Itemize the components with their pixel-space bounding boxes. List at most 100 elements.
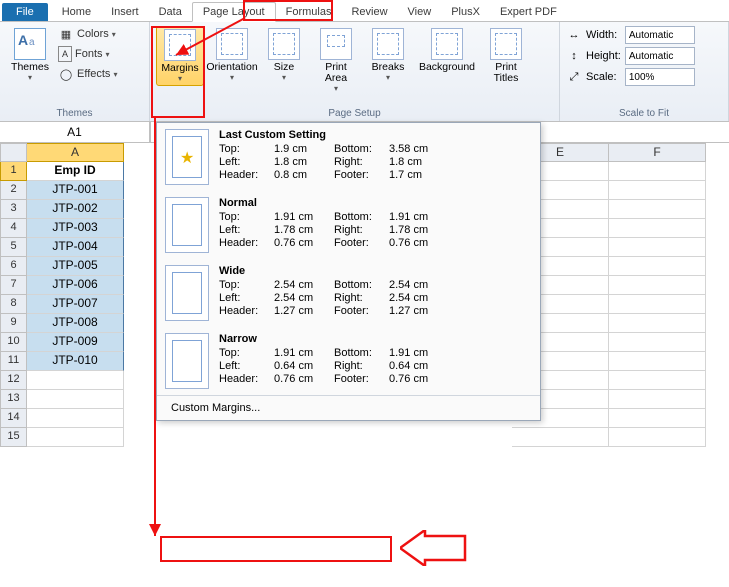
tab-expert-pdf[interactable]: Expert PDF	[490, 3, 567, 21]
cell[interactable]	[609, 257, 706, 276]
scale-input[interactable]	[625, 68, 695, 86]
margin-preset-values: Top:1.9 cmBottom:3.58 cmLeft:1.8 cmRight…	[219, 143, 532, 181]
cell[interactable]: JTP-009	[27, 333, 124, 352]
row-header[interactable]: 3	[0, 200, 27, 219]
background-button[interactable]: Background	[416, 26, 478, 75]
cell[interactable]	[609, 352, 706, 371]
row-header[interactable]: 7	[0, 276, 27, 295]
cell[interactable]	[512, 428, 609, 447]
cell[interactable]	[27, 390, 124, 409]
tab-file[interactable]: File	[2, 3, 48, 21]
cell[interactable]: Emp ID	[27, 162, 124, 181]
tab-home[interactable]: Home	[52, 3, 101, 21]
width-input[interactable]	[625, 26, 695, 44]
margin-preset-values: Top:1.91 cmBottom:1.91 cmLeft:0.64 cmRig…	[219, 347, 532, 385]
breaks-button[interactable]: Breaks ▾	[364, 26, 412, 84]
cell[interactable]	[609, 181, 706, 200]
cell[interactable]	[609, 219, 706, 238]
margin-preset-title: Last Custom Setting	[219, 129, 532, 141]
cell[interactable]: JTP-004	[27, 238, 124, 257]
print-titles-button[interactable]: Print Titles	[482, 26, 530, 86]
custom-margins-item[interactable]: Custom Margins...	[157, 395, 540, 420]
tab-formulas[interactable]: Formulas	[276, 3, 342, 21]
margin-preset-wide[interactable]: Wide Top:2.54 cmBottom:2.54 cmLeft:2.54 …	[157, 259, 540, 327]
cell[interactable]	[27, 371, 124, 390]
tab-data[interactable]: Data	[149, 3, 192, 21]
cell[interactable]	[609, 371, 706, 390]
print-area-button[interactable]: Print Area ▾	[312, 26, 360, 95]
row-header[interactable]: 2	[0, 181, 27, 200]
row-header[interactable]: 11	[0, 352, 27, 371]
cell[interactable]: JTP-005	[27, 257, 124, 276]
cell[interactable]: JTP-001	[27, 181, 124, 200]
cell[interactable]	[609, 409, 706, 428]
tab-review[interactable]: Review	[341, 3, 397, 21]
cell[interactable]: JTP-010	[27, 352, 124, 371]
row-header[interactable]: 4	[0, 219, 27, 238]
cell[interactable]	[609, 276, 706, 295]
tab-insert[interactable]: Insert	[101, 3, 149, 21]
cell[interactable]: JTP-008	[27, 314, 124, 333]
row-header[interactable]: 14	[0, 409, 27, 428]
size-button[interactable]: Size ▾	[260, 26, 308, 84]
row-header[interactable]: 12	[0, 371, 27, 390]
col-header-f[interactable]: F	[609, 143, 706, 162]
cell[interactable]: JTP-007	[27, 295, 124, 314]
margin-preset-normal[interactable]: Normal Top:1.91 cmBottom:1.91 cmLeft:1.7…	[157, 191, 540, 259]
group-themes: A a Themes ▾ ▦ Colors▾ A Fonts▾ ◯ Effect…	[0, 22, 150, 121]
row-header[interactable]: 8	[0, 295, 27, 314]
colors-button[interactable]: ▦ Colors▾	[58, 26, 117, 42]
margins-button[interactable]: Margins ▾	[156, 26, 204, 86]
row-header[interactable]: 9	[0, 314, 27, 333]
row-header[interactable]: 6	[0, 257, 27, 276]
margin-thumb-icon	[165, 197, 209, 253]
themes-icon: A a	[14, 28, 46, 60]
scale-label: Scale:	[586, 71, 621, 83]
name-box[interactable]: A1	[0, 122, 150, 142]
cell[interactable]	[609, 390, 706, 409]
width-icon: ↔	[566, 27, 582, 43]
margin-preset-title: Narrow	[219, 333, 532, 345]
group-label-scale: Scale to Fit	[566, 106, 722, 121]
height-label: Height:	[586, 50, 621, 62]
margins-icon	[164, 29, 196, 61]
cell[interactable]: JTP-003	[27, 219, 124, 238]
orientation-icon	[216, 28, 248, 60]
print-area-icon	[320, 28, 352, 60]
margin-thumb-icon	[165, 333, 209, 389]
margin-preset-narrow[interactable]: Narrow Top:1.91 cmBottom:1.91 cmLeft:0.6…	[157, 327, 540, 395]
tab-plusx[interactable]: PlusX	[441, 3, 490, 21]
cell[interactable]	[27, 428, 124, 447]
cell[interactable]	[609, 295, 706, 314]
row-header[interactable]: 1	[0, 162, 27, 181]
row-header[interactable]: 10	[0, 333, 27, 352]
margin-preset-last custom setting[interactable]: Last Custom Setting Top:1.9 cmBottom:3.5…	[157, 123, 540, 191]
tab-page-layout[interactable]: Page Layout	[192, 2, 276, 22]
cell[interactable]: JTP-002	[27, 200, 124, 219]
ribbon-tabs: File Home Insert Data Page Layout Formul…	[0, 0, 729, 22]
size-icon	[268, 28, 300, 60]
fonts-icon: A	[58, 46, 72, 62]
cell[interactable]	[27, 409, 124, 428]
orientation-button[interactable]: Orientation ▾	[208, 26, 256, 84]
cell[interactable]	[609, 314, 706, 333]
themes-button[interactable]: A a Themes ▾	[6, 26, 54, 84]
cell[interactable]: JTP-006	[27, 276, 124, 295]
effects-button[interactable]: ◯ Effects▾	[58, 66, 117, 82]
select-all-corner[interactable]	[0, 143, 27, 162]
cell[interactable]	[609, 238, 706, 257]
row-header[interactable]: 15	[0, 428, 27, 447]
row-header[interactable]: 5	[0, 238, 27, 257]
cell[interactable]	[609, 333, 706, 352]
row-header[interactable]: 13	[0, 390, 27, 409]
cell[interactable]	[609, 428, 706, 447]
height-input[interactable]	[625, 47, 695, 65]
margin-preset-values: Top:2.54 cmBottom:2.54 cmLeft:2.54 cmRig…	[219, 279, 532, 317]
cell[interactable]	[609, 162, 706, 181]
cell[interactable]	[609, 200, 706, 219]
tab-view[interactable]: View	[398, 3, 442, 21]
fonts-button[interactable]: A Fonts▾	[58, 46, 117, 62]
ribbon: A a Themes ▾ ▦ Colors▾ A Fonts▾ ◯ Effect…	[0, 22, 729, 122]
col-header-a[interactable]: A	[27, 143, 124, 162]
margin-preset-values: Top:1.91 cmBottom:1.91 cmLeft:1.78 cmRig…	[219, 211, 532, 249]
